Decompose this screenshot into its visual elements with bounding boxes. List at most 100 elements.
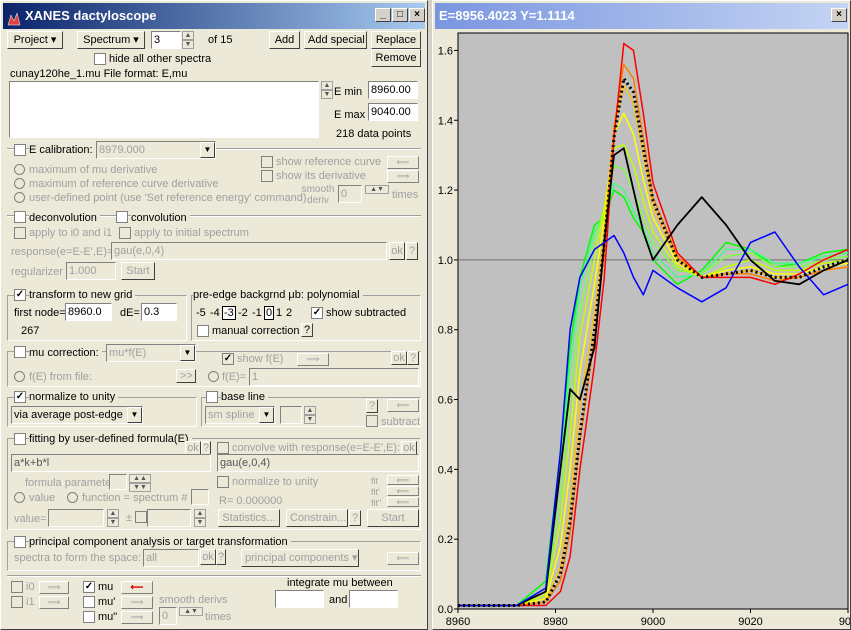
value-input[interactable]: [48, 509, 104, 527]
i1-arrow-icon[interactable]: ⟹: [39, 596, 69, 609]
title-bar[interactable]: XANES dactyloscope _ □ ×: [3, 3, 425, 29]
formula-input[interactable]: a*k+b*l: [11, 454, 211, 472]
ecal-dropdown-icon[interactable]: ▼: [200, 142, 215, 158]
mu2-arrow-icon[interactable]: ⟹: [121, 611, 153, 624]
subtract-checkbox[interactable]: [366, 415, 378, 427]
baseline-help-button[interactable]: ?: [366, 399, 378, 413]
fit1-arrow-icon[interactable]: ⟸: [387, 486, 419, 496]
remove-button[interactable]: Remove: [371, 49, 421, 67]
ref-curve-arrow-icon[interactable]: ⟸: [387, 156, 419, 169]
smooth-input[interactable]: 0: [338, 185, 362, 203]
mu2-checkbox[interactable]: [83, 611, 95, 623]
comments-scroll[interactable]: ▲ ▼: [321, 81, 333, 99]
transform-checkbox[interactable]: ✓: [14, 289, 26, 301]
show-ref-curve-checkbox[interactable]: [261, 156, 273, 168]
poly-order-button[interactable]: -2: [236, 306, 250, 320]
baseline-dropdown-icon[interactable]: ▼: [259, 407, 274, 423]
normalize-dropdown-icon[interactable]: ▼: [127, 407, 142, 423]
fitting-start-button[interactable]: Start: [367, 509, 419, 527]
show-its-deriv-checkbox[interactable]: [261, 170, 273, 182]
replace-button[interactable]: Replace: [371, 31, 421, 49]
mu1-arrow-icon[interactable]: ⟹: [121, 596, 153, 609]
pca-arrow-icon[interactable]: ⟸: [387, 552, 419, 565]
project-menu-button[interactable]: Project ▾: [7, 31, 63, 49]
constrain-help-button[interactable]: ?: [349, 510, 361, 526]
convolution-checkbox[interactable]: [116, 211, 128, 223]
smooth-derivs-spinner[interactable]: ▲▼: [179, 607, 203, 625]
apply-initial-checkbox[interactable]: [119, 227, 131, 239]
spectrum-index-spinner[interactable]: ▲ ▼: [182, 31, 194, 49]
fitting-help-button[interactable]: ?: [201, 441, 211, 455]
first-node-input[interactable]: 8960.0: [65, 303, 112, 321]
i0-checkbox[interactable]: [11, 581, 23, 593]
value-radio[interactable]: [14, 492, 25, 503]
mu-arrow-icon[interactable]: ⟵: [121, 581, 153, 594]
mu-correction-checkbox[interactable]: [14, 346, 26, 358]
poly-order-button[interactable]: -1: [250, 306, 264, 320]
fe-formula-input[interactable]: 1: [249, 368, 419, 386]
hide-other-spectra-checkbox[interactable]: [94, 53, 106, 65]
emin-input[interactable]: 8960.00: [368, 81, 418, 99]
spectrum-index-input[interactable]: 3: [151, 31, 181, 49]
poly-order-button[interactable]: -3: [222, 306, 236, 320]
close-icon[interactable]: ×: [409, 8, 425, 22]
show-fe-checkbox[interactable]: ✓: [222, 353, 234, 365]
fe-help-button[interactable]: ?: [407, 351, 419, 365]
mu-checkbox[interactable]: ✓: [83, 581, 95, 593]
regularizer-start-button[interactable]: Start: [121, 262, 155, 280]
baseline-spinner[interactable]: ▲ ▼: [304, 406, 316, 424]
maximize-icon[interactable]: □: [392, 8, 408, 22]
pca-help-button[interactable]: ?: [216, 549, 226, 565]
constrain-button[interactable]: Constrain...: [286, 509, 348, 527]
fit-arrow-icon[interactable]: ⟸: [387, 475, 419, 485]
smooth-spinner[interactable]: ▲▼: [365, 185, 389, 203]
fitting-checkbox[interactable]: [14, 433, 26, 445]
user-point-radio[interactable]: [14, 192, 25, 203]
regularizer-input[interactable]: 1.000: [66, 262, 116, 280]
pca-ok-button[interactable]: ok: [200, 549, 216, 565]
plot-close-icon[interactable]: ×: [831, 8, 847, 22]
normalize-checkbox[interactable]: ✓: [14, 391, 26, 403]
baseline-checkbox[interactable]: [206, 391, 218, 403]
de-input[interactable]: 0.3: [141, 303, 177, 321]
emax-input[interactable]: 9040.00: [368, 103, 418, 121]
statistics-button[interactable]: Statistics...: [218, 509, 280, 527]
fe-formula-radio[interactable]: [208, 371, 219, 382]
normalize-mode-select[interactable]: via average post-edge: [11, 406, 143, 424]
poly-order-button[interactable]: 2: [284, 306, 294, 320]
manual-correction-help-button[interactable]: ?: [301, 323, 313, 337]
response-help-button[interactable]: ?: [406, 242, 418, 260]
value-spinner[interactable]: ▲ ▼: [107, 509, 119, 527]
response-ok-button[interactable]: ok: [389, 242, 405, 260]
plot-title-bar[interactable]: E=8956.4023 Y=1.1114 ×: [435, 3, 848, 29]
poly-order-button[interactable]: -4: [208, 306, 222, 320]
fit2-arrow-icon[interactable]: ⟸: [387, 497, 419, 507]
add-button[interactable]: Add: [269, 31, 300, 49]
fe-browse-button[interactable]: >>: [176, 369, 196, 383]
mu1-checkbox[interactable]: [83, 596, 95, 608]
fe-ok-button[interactable]: ok: [391, 351, 407, 365]
integrate-to-input[interactable]: [349, 590, 398, 608]
its-deriv-arrow-icon[interactable]: ⟹: [387, 170, 419, 183]
normalize-unity2-checkbox[interactable]: [217, 476, 229, 488]
xanes-chart[interactable]: 0.0 0.2 0.4 0.6 0.8 1.0 1.2 1.4 1.6 8960 8980 9000 9…: [435, 29, 850, 629]
ecal-checkbox[interactable]: [14, 144, 26, 156]
mu-correction-dropdown-icon[interactable]: ▼: [180, 345, 195, 361]
smooth-derivs-input[interactable]: 0: [159, 607, 177, 625]
minimize-icon[interactable]: _: [375, 8, 391, 22]
error-checkbox[interactable]: [135, 511, 147, 523]
fitting-ok-button[interactable]: ok: [185, 441, 201, 455]
function-spectrum-input[interactable]: [191, 489, 209, 505]
spectrum-menu-button[interactable]: Spectrum ▾: [77, 31, 145, 49]
poly-order-button[interactable]: -5: [194, 306, 208, 320]
function-radio[interactable]: [67, 492, 78, 503]
max-mu-deriv-radio[interactable]: [14, 164, 25, 175]
convolve-checkbox[interactable]: [217, 442, 229, 454]
deconvolution-checkbox[interactable]: [14, 211, 26, 223]
poly-order-button[interactable]: 0: [264, 306, 275, 320]
formula-param-spinner[interactable]: ▲▲ ▼▼: [129, 474, 151, 492]
spectra-space-input[interactable]: all: [143, 549, 199, 567]
baseline-param-input[interactable]: [280, 406, 302, 424]
baseline-arrow-icon[interactable]: ⟸: [387, 399, 419, 412]
show-fe-arrow-icon[interactable]: ⟹: [297, 353, 329, 366]
